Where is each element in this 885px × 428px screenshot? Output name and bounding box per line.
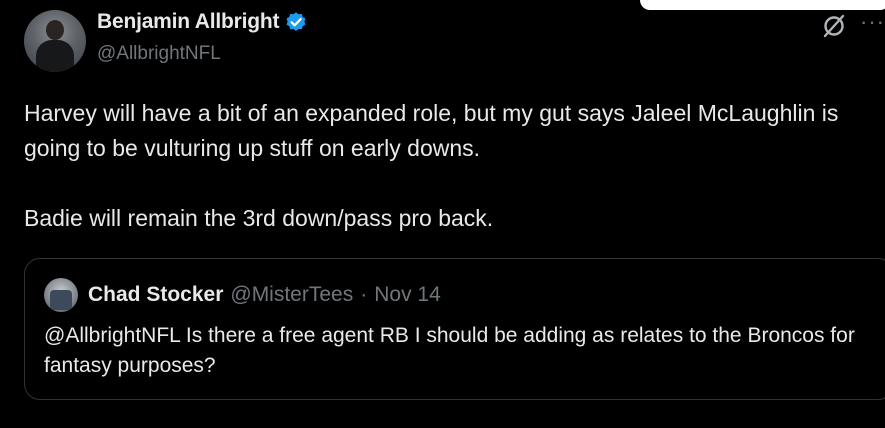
quoted-author-name[interactable]: Chad Stocker (88, 283, 223, 307)
author-avatar[interactable] (24, 10, 86, 72)
quoted-tweet-header: Chad Stocker @MisterTees · Nov 14 (88, 283, 441, 307)
avatar-head-shape (46, 20, 64, 40)
quoted-tweet-card[interactable]: Chad Stocker @MisterTees · Nov 14 @Allbr… (24, 258, 885, 400)
tweet-page: Benjamin Allbright @AllbrightNFL ··· Har… (0, 0, 885, 428)
quoted-author-handle[interactable]: @MisterTees (230, 283, 353, 307)
tweet-paragraph: Badie will remain the 3rd down/pass pro … (24, 205, 494, 231)
quoted-author-avatar[interactable] (44, 278, 78, 312)
author-handle[interactable]: @AllbrightNFL (97, 43, 221, 65)
overlay-panel (640, 0, 885, 10)
tweet-body: Harvey will have a bit of an expanded ro… (24, 96, 844, 236)
quoted-avatar-shape (50, 290, 72, 310)
grok-icon[interactable] (820, 12, 848, 40)
author-display-name[interactable]: Benjamin Allbright (97, 10, 279, 34)
meta-separator: · (360, 283, 368, 306)
verified-badge-icon[interactable] (285, 11, 307, 33)
author-name-row: Benjamin Allbright (97, 10, 307, 34)
avatar-body-shape (36, 40, 74, 72)
tweet-paragraph: Harvey will have a bit of an expanded ro… (24, 100, 839, 161)
quoted-tweet-date[interactable]: Nov 14 (374, 283, 441, 307)
quoted-tweet-text: @AllbrightNFL Is there a free agent RB I… (44, 324, 855, 377)
more-icon[interactable]: ··· (860, 8, 885, 36)
